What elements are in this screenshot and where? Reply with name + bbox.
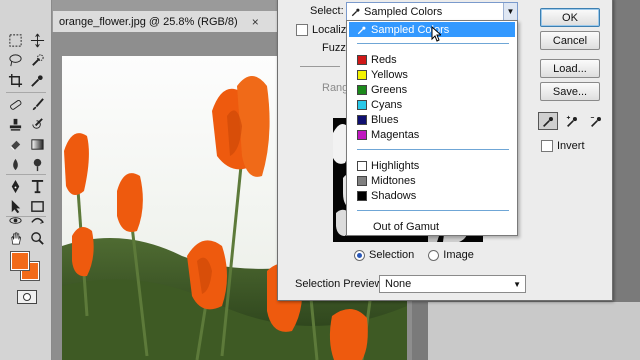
dropdown-item-magentas[interactable]: Magentas — [349, 127, 515, 142]
marquee-tool-icon[interactable] — [4, 30, 26, 50]
hand-tool-icon[interactable] — [4, 228, 26, 248]
dropdown-item-label: Shadows — [371, 189, 417, 202]
move-tool-icon[interactable] — [26, 30, 48, 50]
range-label: Rang — [322, 82, 349, 94]
3d-orbit-tool-icon[interactable] — [26, 210, 48, 230]
dropdown-item-shadows[interactable]: Shadows — [349, 188, 515, 203]
select-dropdown-list: Sampled Colors Reds Yellows Greens Cyans… — [346, 20, 518, 236]
radio-selection-option[interactable]: Selection — [354, 249, 414, 261]
dropdown-item-yellows[interactable]: Yellows — [349, 67, 515, 82]
selection-preview-label: Selection Preview: — [295, 278, 386, 290]
chevron-down-icon: ▼ — [513, 280, 521, 289]
radio-image-label: Image — [443, 249, 474, 261]
fuzziness-label: Fuzzi — [322, 42, 349, 54]
dropdown-item-label: Cyans — [371, 98, 403, 111]
document-title: orange_flower.jpg @ 25.8% (RGB/8) — [59, 15, 238, 28]
dropdown-item-label: Yellows — [371, 68, 408, 81]
quick-mask-button[interactable] — [17, 290, 37, 304]
blues-swatch — [357, 114, 367, 125]
zoom-tool-icon[interactable] — [26, 228, 48, 248]
dropdown-separator — [357, 149, 509, 150]
pen-tool-icon[interactable] — [4, 176, 26, 196]
document-tab[interactable]: orange_flower.jpg @ 25.8% (RGB/8) × — [52, 10, 292, 32]
dropdown-item-label: Reds — [371, 53, 397, 66]
mouse-cursor-icon — [431, 26, 441, 42]
dodge-tool-icon[interactable] — [26, 154, 48, 174]
dropdown-separator — [357, 43, 509, 44]
crop-tool-icon[interactable] — [4, 70, 26, 90]
dropdown-item-label: Out of Gamut — [373, 220, 440, 233]
blur-tool-icon[interactable] — [4, 154, 26, 174]
eyedropper-icon[interactable] — [538, 112, 558, 130]
select-value: Sampled Colors — [364, 5, 443, 18]
save-button[interactable]: Save... — [540, 82, 600, 101]
invert-checkbox-row[interactable]: Invert — [541, 140, 585, 152]
localized-checkbox[interactable] — [296, 24, 308, 36]
history-brush-tool-icon[interactable] — [26, 114, 48, 134]
toolbox-separator — [6, 92, 46, 93]
eyedropper-icon — [357, 26, 366, 34]
lasso-tool-icon[interactable] — [4, 50, 26, 70]
dropdown-item-label: Highlights — [371, 159, 420, 172]
quick-select-tool-icon[interactable] — [26, 50, 48, 70]
brush-tool-icon[interactable] — [26, 94, 48, 114]
dropdown-item-label: Magentas — [371, 128, 420, 141]
healing-tool-icon[interactable] — [4, 94, 26, 114]
dropdown-item-out-of-gamut[interactable]: Out of Gamut — [349, 219, 515, 234]
3d-rotate-tool-icon[interactable] — [4, 210, 26, 230]
eyedropper-icon — [351, 8, 360, 16]
radio-image[interactable] — [428, 249, 440, 261]
radio-selection-label: Selection — [369, 249, 415, 261]
midtones-swatch — [357, 175, 367, 186]
dropdown-item-label: Greens — [371, 83, 408, 96]
ok-button[interactable]: OK — [540, 8, 600, 27]
subtract-from-sample-eyedropper-icon[interactable] — [586, 112, 606, 130]
eraser-tool-icon[interactable] — [4, 134, 26, 154]
quick-mask-icon — [23, 293, 31, 301]
dropdown-item-cyans[interactable]: Cyans — [349, 97, 515, 112]
preview-mode-radios: Selection Image — [354, 249, 474, 261]
selection-preview-select[interactable]: None ▼ — [379, 275, 526, 293]
dropdown-item-highlights[interactable]: Highlights — [349, 158, 515, 173]
chevron-down-icon[interactable]: ▼ — [503, 3, 517, 20]
radio-selection[interactable] — [354, 249, 365, 261]
stamp-tool-icon[interactable] — [4, 114, 26, 134]
foreground-color-swatch[interactable] — [10, 251, 30, 271]
add-to-sample-eyedropper-icon[interactable] — [562, 112, 582, 130]
cancel-button[interactable]: Cancel — [540, 31, 600, 50]
gradient-tool-icon[interactable] — [26, 134, 48, 154]
dropdown-item-reds[interactable]: Reds — [349, 52, 515, 67]
panel-strip — [428, 302, 640, 360]
eyedropper-group — [538, 112, 606, 130]
highlights-swatch — [357, 160, 367, 171]
dropdown-item-label: Blues — [371, 113, 399, 126]
select-dropdown[interactable]: Sampled Colors ▼ — [346, 2, 518, 21]
selection-preview-value: None — [385, 278, 412, 290]
invert-checkbox[interactable] — [541, 140, 553, 152]
reds-swatch — [357, 54, 367, 65]
eyedropper-tool-icon[interactable] — [26, 70, 48, 90]
shadows-swatch — [357, 190, 367, 201]
dropdown-separator — [357, 210, 509, 211]
load-button[interactable]: Load... — [540, 59, 600, 78]
dropdown-item-label: Midtones — [371, 174, 416, 187]
cyans-swatch — [357, 99, 367, 110]
select-label: Select: — [310, 5, 344, 17]
dropdown-item-greens[interactable]: Greens — [349, 82, 515, 97]
yellows-swatch — [357, 69, 367, 80]
invert-label: Invert — [557, 140, 585, 152]
document-close-icon[interactable]: × — [252, 15, 259, 29]
fuzziness-slider-track[interactable] — [300, 66, 340, 67]
greens-swatch — [357, 84, 367, 95]
dropdown-item-midtones[interactable]: Midtones — [349, 173, 515, 188]
dropdown-item-blues[interactable]: Blues — [349, 112, 515, 127]
radio-image-option[interactable]: Image — [428, 249, 474, 261]
toolbox — [0, 0, 52, 360]
type-tool-icon[interactable] — [26, 176, 48, 196]
toolbox-separator — [6, 174, 46, 175]
magentas-swatch — [357, 129, 367, 140]
